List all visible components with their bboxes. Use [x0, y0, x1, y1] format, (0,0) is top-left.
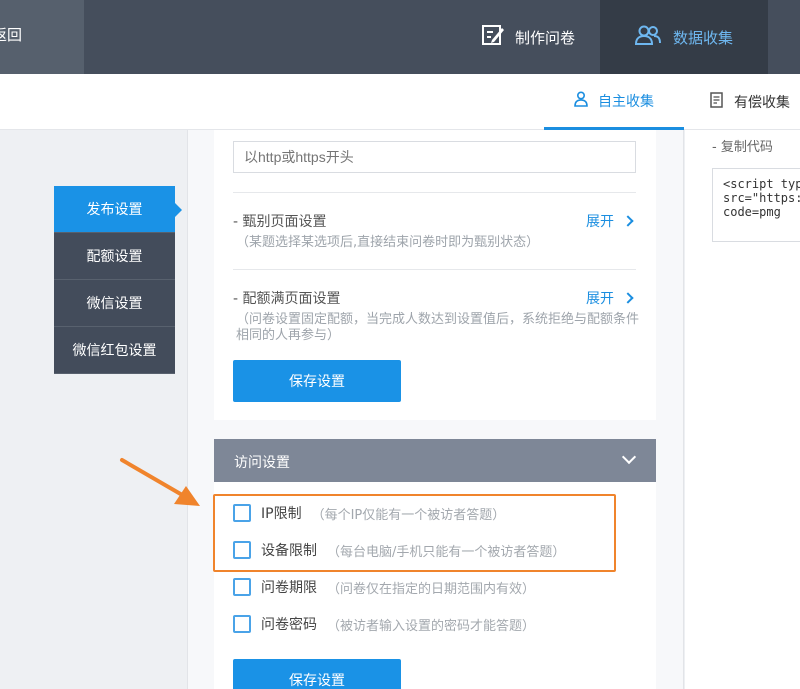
- screening-page-desc: （某题选择某选项后,直接结束问卷时即为甄别状态）: [236, 235, 540, 250]
- expand-label: 展开: [586, 214, 614, 230]
- collection-tab-bar: 自主收集 有偿收集: [0, 74, 800, 130]
- save-access-settings-button[interactable]: 保存设置: [233, 659, 401, 689]
- quota-full-page-title: - 配额满页面设置: [233, 291, 341, 307]
- expand-quota-button[interactable]: 展开: [586, 288, 634, 308]
- chevron-right-icon: [622, 292, 634, 304]
- option-desc: （问卷仅在指定的日期范围内有效）: [327, 581, 536, 597]
- survey-password-checkbox[interactable]: [233, 615, 251, 633]
- document-icon: [710, 92, 724, 112]
- option-desc: （被访者输入设置的密码才能答题）: [327, 618, 536, 634]
- survey-period-option[interactable]: 问卷期限 （问卷仅在指定的日期范围内有效）: [233, 577, 535, 597]
- highlight-box: [213, 494, 616, 572]
- copy-code-label: - 复制代码: [712, 140, 773, 155]
- menu-item-publish-settings[interactable]: 发布设置: [54, 186, 182, 233]
- divider: [233, 192, 636, 193]
- tab-paid-collection[interactable]: 有偿收集: [710, 74, 790, 130]
- screening-page-title: - 甄别页面设置: [233, 214, 327, 230]
- save-publish-settings-button[interactable]: 保存设置: [233, 360, 401, 402]
- annotation-arrow-icon: [120, 458, 200, 506]
- option-label: 问卷期限: [261, 580, 317, 596]
- users-icon: [634, 24, 661, 50]
- nav-overflow-area: [768, 0, 800, 74]
- tab-self-collection[interactable]: 自主收集: [544, 74, 684, 130]
- menu-item-label: 发布设置: [86, 202, 143, 218]
- nav-data-label: 数据收集: [672, 28, 733, 47]
- settings-menu: 发布设置 配额设置 微信设置 微信红包设置: [54, 186, 182, 374]
- quota-full-page-desc: （问卷设置固定配额，当完成人数达到设置值后，系统拒绝与配额条件相同的人再参与）: [236, 312, 640, 343]
- divider: [233, 269, 636, 270]
- redirect-url-input[interactable]: [233, 141, 636, 173]
- access-settings-header[interactable]: 访问设置: [214, 439, 656, 482]
- back-label: 返回: [0, 26, 23, 44]
- menu-item-label: 微信设置: [86, 296, 143, 312]
- menu-item-label: 配额设置: [86, 249, 143, 265]
- nav-data-collection[interactable]: 数据收集: [600, 0, 768, 74]
- tab-paid-label: 有偿收集: [734, 95, 790, 111]
- menu-item-wechat-redpacket-settings[interactable]: 微信红包设置: [54, 327, 175, 374]
- edit-icon: [481, 23, 505, 51]
- back-button[interactable]: 返回: [0, 0, 84, 74]
- expand-screening-button[interactable]: 展开: [586, 211, 634, 231]
- menu-item-wechat-settings[interactable]: 微信设置: [54, 280, 175, 327]
- menu-item-label: 微信红包设置: [72, 343, 157, 359]
- chevron-right-icon: [622, 215, 634, 227]
- top-navigation-bar: 返回 制作问卷 数据收集: [0, 0, 800, 74]
- person-icon: [574, 90, 588, 111]
- embed-code-box[interactable]: <script type src="https:/ code=pmg: [712, 168, 800, 242]
- nav-make-survey[interactable]: 制作问卷: [456, 0, 600, 74]
- tab-self-label: 自主收集: [598, 93, 654, 110]
- access-settings-title: 访问设置: [234, 455, 290, 471]
- survey-period-checkbox[interactable]: [233, 578, 251, 596]
- expand-label: 展开: [586, 291, 614, 307]
- menu-item-quota-settings[interactable]: 配额设置: [54, 233, 175, 280]
- nav-make-label: 制作问卷: [514, 28, 575, 47]
- survey-password-option[interactable]: 问卷密码 （被访者输入设置的密码才能答题）: [233, 614, 535, 634]
- option-label: 问卷密码: [261, 617, 317, 633]
- chevron-down-icon: [621, 449, 637, 465]
